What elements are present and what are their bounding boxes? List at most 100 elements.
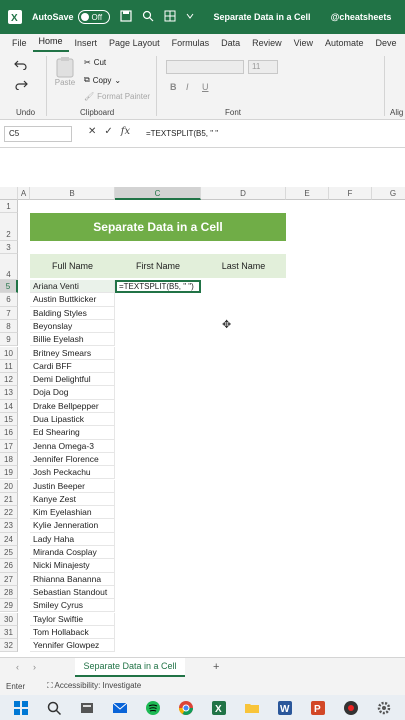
column-header-f[interactable]: F: [329, 187, 372, 200]
spreadsheet-grid[interactable]: A B C D E F G Separate Data in a Cell Fu…: [0, 187, 405, 657]
column-header-c[interactable]: C: [115, 187, 201, 200]
excel-icon[interactable]: X: [211, 700, 227, 716]
full-name-cell[interactable]: Dua Lipastick: [30, 413, 115, 427]
full-name-cell[interactable]: Drake Bellpepper: [30, 399, 115, 413]
full-name-cell[interactable]: Ed Shearing: [30, 426, 115, 440]
row-header[interactable]: 20: [0, 479, 18, 493]
formula-input[interactable]: =TEXTSPLIT(B5, " ": [146, 129, 218, 138]
row-header[interactable]: 15: [0, 413, 18, 427]
tab-developer[interactable]: Deve: [370, 38, 403, 52]
row-header[interactable]: 27: [0, 572, 18, 586]
row-header[interactable]: 13: [0, 386, 18, 400]
full-name-cell[interactable]: Smiley Cyrus: [30, 599, 115, 613]
full-name-cell[interactable]: Demi Delightful: [30, 373, 115, 387]
row-header[interactable]: 32: [0, 639, 18, 653]
full-name-cell[interactable]: Ariana Venti: [30, 280, 115, 294]
full-name-cell[interactable]: Justin Beeper: [30, 479, 115, 493]
row-header[interactable]: 7: [0, 306, 18, 320]
check-icon[interactable]: ✓: [104, 126, 112, 137]
full-name-cell[interactable]: Sebastian Standout: [30, 585, 115, 600]
function-icon[interactable]: fx: [121, 126, 130, 137]
full-name-cell[interactable]: Rhianna Bananna: [30, 572, 115, 586]
search-icon[interactable]: [46, 700, 62, 716]
font-name-dropdown[interactable]: [166, 60, 244, 74]
row-header[interactable]: 30: [0, 612, 18, 626]
powerpoint-icon[interactable]: P: [310, 700, 326, 716]
full-name-cell[interactable]: Tom Hollaback: [30, 625, 115, 640]
full-name-cell[interactable]: Cardi BFF: [30, 359, 115, 374]
row-header[interactable]: 1: [0, 200, 18, 213]
settings-icon[interactable]: [376, 700, 392, 716]
row-header[interactable]: 31: [0, 625, 18, 640]
search-icon[interactable]: [142, 10, 154, 25]
full-name-cell[interactable]: Yennifer Glowpez: [30, 639, 115, 653]
tab-insert[interactable]: Insert: [69, 38, 104, 52]
select-all-corner[interactable]: [0, 187, 18, 200]
tab-file[interactable]: File: [6, 38, 33, 52]
tab-review[interactable]: Review: [246, 38, 288, 52]
row-header[interactable]: 4: [0, 254, 18, 280]
row-header[interactable]: 3: [0, 241, 18, 254]
accessibility-status[interactable]: ⛶ Accessibility: Investigate: [47, 681, 141, 691]
chevron-down-icon[interactable]: [186, 11, 194, 23]
column-header-a[interactable]: A: [18, 187, 30, 200]
save-icon[interactable]: [119, 9, 132, 25]
tab-home[interactable]: Home: [32, 36, 69, 52]
redo-icon[interactable]: [14, 78, 28, 90]
full-name-cell[interactable]: Kanye Zest: [30, 492, 115, 507]
cut-button[interactable]: ✂ Cut: [84, 58, 106, 67]
full-name-cell[interactable]: Beyonslay: [30, 319, 115, 334]
sheet-tab-active[interactable]: Separate Data in a Cell: [75, 658, 185, 677]
tab-data[interactable]: Data: [215, 38, 246, 52]
bold-button[interactable]: B: [170, 82, 177, 92]
full-name-cell[interactable]: Britney Smears: [30, 346, 115, 360]
row-header[interactable]: 12: [0, 373, 18, 387]
chrome-icon[interactable]: [178, 700, 194, 716]
row-header[interactable]: 18: [0, 452, 18, 467]
full-name-cell[interactable]: Taylor Swiftie: [30, 612, 115, 626]
row-header[interactable]: 19: [0, 466, 18, 480]
full-name-cell[interactable]: Lady Haha: [30, 532, 115, 546]
font-size-dropdown[interactable]: 11: [248, 60, 278, 74]
format-painter-button[interactable]: 🖌 Format Painter: [84, 92, 150, 101]
row-header[interactable]: 9: [0, 333, 18, 347]
full-name-cell[interactable]: Kylie Jenneration: [30, 519, 115, 533]
header-full-name[interactable]: Full Name: [30, 261, 115, 271]
row-header[interactable]: 23: [0, 519, 18, 533]
row-header[interactable]: 16: [0, 426, 18, 440]
full-name-cell[interactable]: Josh Peckachu: [30, 466, 115, 480]
files-icon[interactable]: [79, 700, 95, 716]
media-icon[interactable]: [343, 700, 359, 716]
windows-icon[interactable]: [13, 700, 29, 716]
row-header[interactable]: 2: [0, 213, 18, 241]
tab-page-layout[interactable]: Page Layout: [103, 38, 166, 52]
italic-button[interactable]: I: [186, 82, 189, 92]
copy-button[interactable]: ⧉ Copy ⌄: [84, 75, 121, 85]
chevron-right-icon[interactable]: ›: [33, 662, 36, 672]
full-name-cell[interactable]: Jennifer Florence: [30, 452, 115, 467]
row-header[interactable]: 11: [0, 359, 18, 374]
row-header[interactable]: 6: [0, 293, 18, 307]
mail-icon[interactable]: [112, 700, 128, 716]
row-header[interactable]: 25: [0, 546, 18, 560]
column-header-e[interactable]: E: [286, 187, 329, 200]
row-header[interactable]: 28: [0, 585, 18, 600]
active-cell-c5[interactable]: =TEXTSPLIT(B5, " "): [115, 280, 201, 293]
folder-icon[interactable]: [244, 700, 260, 716]
column-header-b[interactable]: B: [30, 187, 115, 200]
tab-formulas[interactable]: Formulas: [166, 38, 216, 52]
row-header[interactable]: 24: [0, 532, 18, 546]
row-header[interactable]: 8: [0, 319, 18, 334]
column-header-g[interactable]: G: [372, 187, 405, 200]
header-last-name[interactable]: Last Name: [201, 261, 286, 271]
row-header[interactable]: 14: [0, 399, 18, 413]
full-name-cell[interactable]: Doja Dog: [30, 386, 115, 400]
header-first-name[interactable]: First Name: [115, 261, 201, 271]
grid-icon[interactable]: [164, 10, 176, 25]
full-name-cell[interactable]: Nicki Minajesty: [30, 559, 115, 573]
full-name-cell[interactable]: Kim Eyelashian: [30, 506, 115, 520]
spotify-icon[interactable]: [145, 700, 161, 716]
sheet-title-banner[interactable]: Separate Data in a Cell: [30, 213, 286, 241]
full-name-cell[interactable]: Balding Styles: [30, 306, 115, 320]
full-name-cell[interactable]: Miranda Cosplay: [30, 546, 115, 560]
